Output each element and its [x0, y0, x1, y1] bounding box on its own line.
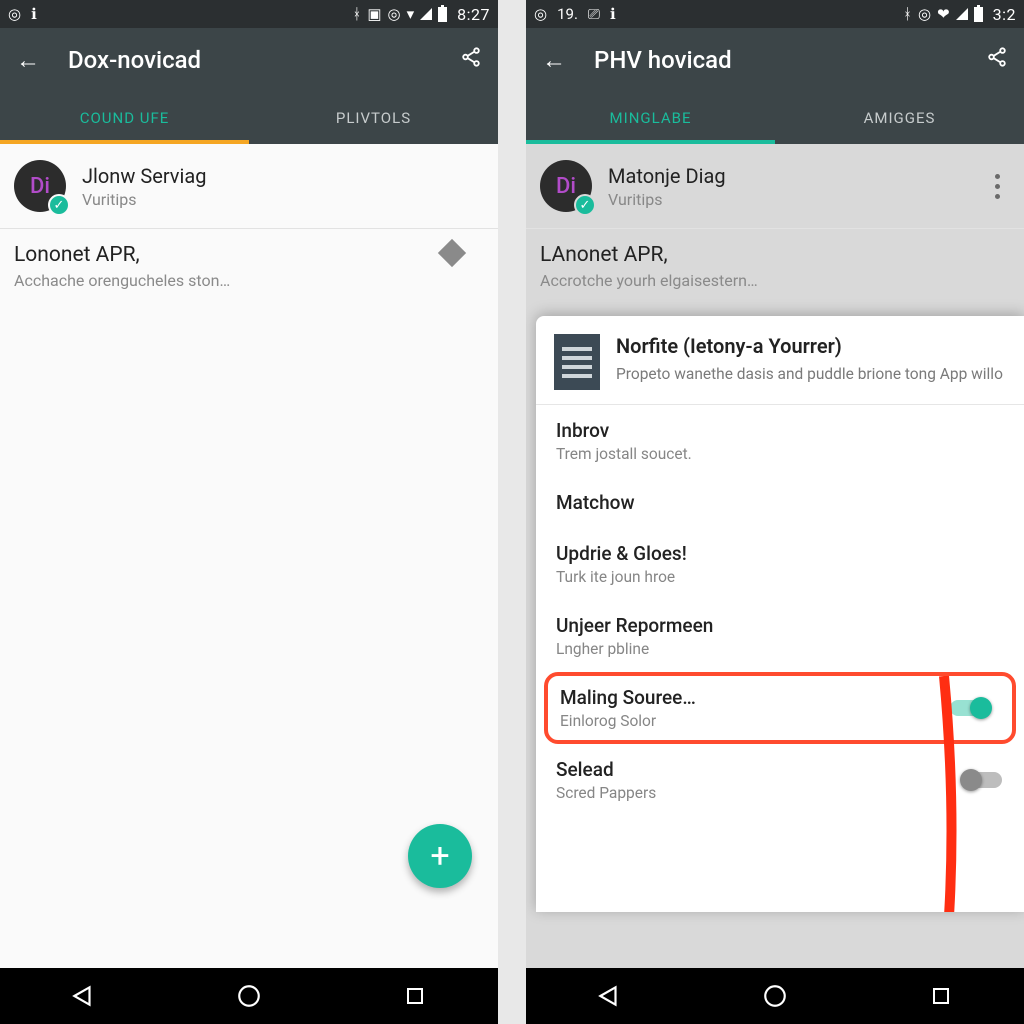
status-bar: ◎ ℹ ᚼ ▣ ◎ ▾ 8:27: [0, 0, 498, 28]
option-item[interactable]: Unjeer Repormeen Lngher pbline: [536, 600, 1024, 672]
avatar: Di ✓: [540, 160, 592, 212]
setting-sub: Acchache orengucheles ston…: [14, 271, 482, 290]
options-dialog: Norfite (Ietony-a Yourrer) Propeto wanet…: [536, 316, 1024, 912]
option-item[interactable]: Matchow: [536, 477, 1024, 528]
bluetooth-icon: ᚼ: [903, 5, 912, 23]
status-clock: 3:2: [993, 5, 1016, 24]
option-title: Updrie & Gloes!: [556, 542, 1004, 565]
status-text: 19.: [557, 5, 578, 23]
setting-row[interactable]: Lononet APR, Acchache orengucheles ston…: [0, 229, 498, 290]
option-title: Maling Souree…: [560, 686, 1000, 709]
option-title: Unjeer Repormeen: [556, 614, 1004, 637]
navigation-bar: [526, 968, 1024, 1024]
status-bar: ◎ 19. ⎚ ℹ ᚼ ◎ ❤ 3:2: [526, 0, 1024, 28]
fab-add-button[interactable]: +: [408, 824, 472, 888]
tab-bar: COUND UFE PLIVTOLS: [0, 92, 498, 144]
nav-back-button[interactable]: [69, 982, 97, 1010]
app-bar: ← Dox-novicad: [0, 28, 498, 92]
option-title: Matchow: [556, 491, 1004, 514]
tab-inactive[interactable]: PLIVTOLS: [249, 92, 498, 144]
setting-row[interactable]: LAnonet APR, Accrotche yourh elgaisester…: [526, 229, 1024, 290]
app-bar: ← PHV hovicad: [526, 28, 1024, 92]
profile-row[interactable]: Di ✓ Jlonw Serviag Vuritips: [0, 144, 498, 229]
option-item-highlighted[interactable]: Maling Souree… Einlorog Solor: [544, 672, 1016, 744]
share-button[interactable]: [460, 46, 482, 74]
option-sub: Einlorog Solor: [560, 712, 1000, 730]
battery-icon: [438, 7, 447, 22]
profile-name: Jlonw Serviag: [82, 164, 206, 188]
toggle-switch[interactable]: [962, 772, 1002, 788]
option-sub: Turk ite joun hroe: [556, 568, 1004, 586]
status-icon: ◎: [388, 5, 401, 23]
profile-sub: Vuritips: [608, 190, 726, 209]
dialog-header: Norfite (Ietony-a Yourrer) Propeto wanet…: [536, 316, 1024, 405]
setting-sub: Accrotche yourh elgaisestern…: [540, 271, 1008, 290]
tab-bar: MINGLABE AMIGGES: [526, 92, 1024, 144]
navigation-bar: [0, 968, 498, 1024]
nav-recent-button[interactable]: [401, 982, 429, 1010]
status-icon: ⎚: [588, 5, 600, 23]
option-item[interactable]: Inbrov Trem jostall soucet.: [536, 405, 1024, 477]
dialog-description: Propeto wanethe dasis and puddle brione …: [616, 364, 1006, 385]
toggle-switch[interactable]: [950, 700, 990, 716]
option-sub: Trem jostall soucet.: [556, 445, 1004, 463]
tab-active[interactable]: COUND UFE: [0, 92, 249, 144]
profile-sub: Vuritips: [82, 190, 206, 209]
status-icon: ℹ: [31, 5, 37, 23]
avatar-initials: Di: [30, 174, 50, 199]
status-icon: ▣: [367, 5, 381, 23]
nav-back-button[interactable]: [595, 982, 623, 1010]
overflow-menu-button[interactable]: [995, 174, 1008, 199]
option-item[interactable]: Updrie & Gloes! Turk ite joun hroe: [536, 528, 1024, 600]
back-button[interactable]: ←: [16, 46, 40, 75]
wifi-icon: ▾: [407, 5, 415, 23]
option-sub: Scred Pappers: [556, 784, 1004, 802]
option-sub: Lngher pbline: [556, 640, 1004, 658]
nav-recent-button[interactable]: [927, 982, 955, 1010]
option-item[interactable]: Selead Scred Pappers: [536, 744, 1024, 816]
tab-inactive[interactable]: AMIGGES: [775, 92, 1024, 144]
signal-icon: [956, 8, 968, 20]
share-button[interactable]: [986, 46, 1008, 74]
status-icon: ℹ: [610, 5, 616, 23]
back-button[interactable]: ←: [542, 46, 566, 75]
status-icon: ◎: [8, 5, 21, 23]
avatar: Di ✓: [14, 160, 66, 212]
profile-name: Matonje Diag: [608, 164, 726, 188]
tab-active[interactable]: MINGLABE: [526, 92, 775, 144]
bluetooth-icon: ᚼ: [352, 5, 361, 23]
option-title: Selead: [556, 758, 1004, 781]
signal-icon: [420, 8, 432, 20]
battery-icon: [974, 7, 983, 22]
verified-badge-icon: ✓: [48, 194, 70, 216]
status-icon: ◎: [534, 5, 547, 23]
option-title: Inbrov: [556, 419, 1004, 442]
nav-home-button[interactable]: [235, 982, 263, 1010]
setting-title: LAnonet APR,: [540, 243, 1008, 267]
page-title: Dox-novicad: [68, 46, 432, 74]
avatar-initials: Di: [556, 174, 576, 199]
status-clock: 8:27: [457, 5, 490, 24]
dialog-title: Norfite (Ietony-a Yourrer): [616, 334, 1006, 358]
setting-title: Lononet APR,: [14, 243, 482, 267]
verified-badge-icon: ✓: [574, 194, 596, 216]
page-title: PHV hovicad: [594, 46, 958, 74]
wifi-icon: ❤: [937, 5, 950, 23]
document-icon: [554, 334, 600, 390]
status-icon: ◎: [918, 5, 931, 23]
nav-home-button[interactable]: [761, 982, 789, 1010]
profile-row[interactable]: Di ✓ Matonje Diag Vuritips: [526, 144, 1024, 229]
